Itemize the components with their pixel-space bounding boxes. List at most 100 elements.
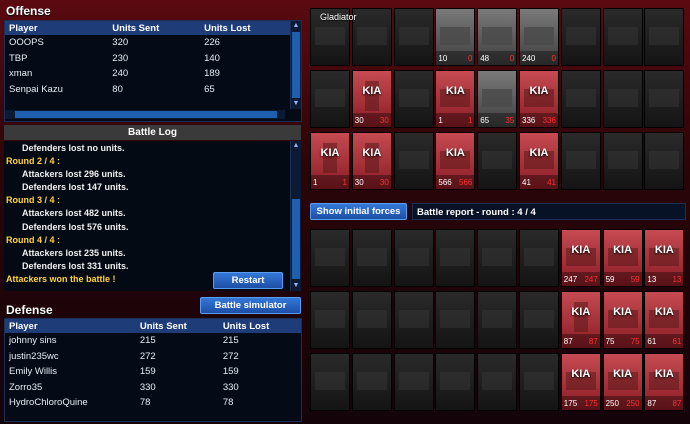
tank-icon [607, 89, 638, 107]
table-row[interactable]: johnny sins 215 215 [5, 333, 301, 349]
unit-card-kia[interactable]: 1 1 KIA [310, 132, 350, 190]
unit-card-empty[interactable] [393, 8, 434, 66]
unit-card-empty[interactable] [644, 70, 685, 128]
table-row[interactable]: TBP 230 140 [5, 51, 291, 67]
table-row[interactable]: Senpai Kazu 80 65 [5, 82, 291, 98]
unit-card-empty[interactable] [351, 229, 392, 287]
battle-log[interactable]: Defenders lost no units. Round 2 / 4 : Att… [4, 141, 301, 291]
table-row[interactable]: justin235wc 272 272 [5, 349, 301, 365]
scroll-thumb[interactable] [292, 32, 300, 98]
col-player[interactable]: Player [5, 21, 109, 35]
unit-card[interactable]: 65 35 [477, 70, 518, 128]
unit-card-empty[interactable] [519, 353, 559, 411]
unit-card-empty[interactable] [560, 70, 601, 128]
battle-log-scrollbar[interactable]: ▲ ▼ [290, 141, 301, 291]
unit-card-empty[interactable] [602, 8, 643, 66]
unit-card-empty[interactable] [477, 229, 518, 287]
col-units-lost[interactable]: Units Lost [200, 21, 291, 35]
scroll-thumb[interactable] [15, 111, 277, 118]
table-row[interactable]: xman 240 189 [5, 66, 291, 82]
unit-card-empty[interactable] [602, 70, 643, 128]
cell-player: TBP [9, 52, 28, 64]
unit-card-empty[interactable] [477, 132, 518, 190]
scroll-down-icon[interactable]: ▼ [291, 281, 301, 291]
unit-card-empty[interactable] [519, 291, 559, 349]
kia-label: KIA [362, 85, 382, 97]
unit-card-empty[interactable] [435, 291, 476, 349]
unit-card-empty[interactable] [310, 229, 350, 287]
kia-label: KIA [529, 85, 549, 97]
unit-card-empty[interactable] [310, 291, 350, 349]
cell-units-sent: 78 [139, 397, 151, 409]
unit-card-empty[interactable] [435, 229, 476, 287]
unit-card-empty[interactable] [351, 291, 392, 349]
unit-card-kia[interactable]: 41 41 KIA [519, 132, 559, 190]
scroll-up-icon[interactable]: ▲ [291, 141, 301, 151]
unit-card-empty[interactable] [560, 8, 601, 66]
unit-card-empty[interactable] [393, 132, 434, 190]
unit-card-empty[interactable] [644, 8, 685, 66]
unit-card-empty[interactable] [393, 229, 434, 287]
unit-card-empty[interactable] [560, 132, 601, 190]
restart-button[interactable]: Restart [213, 272, 283, 289]
unit-card-empty[interactable] [351, 8, 392, 66]
unit-card[interactable]: 10 0 [435, 8, 476, 66]
unit-lost-count: 1 [467, 116, 473, 125]
col-units-sent[interactable]: Units Sent [135, 319, 219, 333]
table-row[interactable]: Emily Willis 159 159 [5, 364, 301, 380]
unit-card-kia[interactable]: 30 30 KIA [351, 70, 392, 128]
log-entry-line: Defenders lost 576 units. [22, 221, 129, 232]
unit-card-empty[interactable] [310, 70, 350, 128]
cell-units-lost: 189 [204, 68, 220, 80]
show-initial-forces-button[interactable]: Show initial forces [310, 203, 407, 220]
table-row[interactable]: HydroChloroQuine 78 78 [5, 395, 301, 411]
unit-card-empty[interactable] [477, 291, 518, 349]
unit-card-empty[interactable] [602, 132, 643, 190]
unit-card-kia[interactable]: 566 566 KIA [435, 132, 476, 190]
unit-card-kia[interactable]: 87 87 KIA [560, 291, 601, 349]
cell-units-lost: 140 [204, 52, 220, 64]
battle-simulator-button[interactable]: Battle simulator [200, 297, 301, 314]
scroll-thumb[interactable] [292, 199, 300, 279]
unit-card-empty[interactable] [435, 353, 476, 411]
col-units-sent[interactable]: Units Sent [108, 21, 201, 35]
unit-card-kia[interactable]: 61 61 KIA [644, 291, 685, 349]
scroll-up-icon[interactable]: ▲ [291, 21, 301, 31]
table-row[interactable]: OOOPS 320 226 [5, 35, 291, 51]
unit-card-kia[interactable]: 59 59 KIA [602, 229, 643, 287]
unit-card-empty[interactable] [477, 353, 518, 411]
gladiator-label: Gladiator [320, 12, 357, 22]
unit-card-empty[interactable] [519, 229, 559, 287]
unit-card-kia[interactable]: 1 1 KIA [435, 70, 476, 128]
unit-card-kia[interactable]: 13 13 KIA [644, 229, 685, 287]
unit-card-empty[interactable] [393, 291, 434, 349]
unit-card-empty[interactable] [393, 353, 434, 411]
unit-card[interactable]: 48 0 [477, 8, 518, 66]
unit-card-kia[interactable]: 87 87 KIA [644, 353, 685, 411]
unit-card-empty[interactable] [644, 132, 685, 190]
kia-label: KIA [654, 306, 674, 318]
col-player[interactable]: Player [5, 319, 136, 333]
unit-card-empty[interactable] [310, 353, 350, 411]
col-units-lost[interactable]: Units Lost [218, 319, 301, 333]
cell-units-sent: 330 [139, 381, 156, 393]
unit-card-empty[interactable] [393, 70, 434, 128]
offense-horizontal-scrollbar[interactable] [5, 110, 285, 119]
unit-card[interactable]: 240 0 [519, 8, 559, 66]
unit-card-kia[interactable]: 336 336 KIA [519, 70, 559, 128]
tank-icon [315, 248, 345, 266]
unit-card-empty[interactable] [351, 353, 392, 411]
offense-vertical-scrollbar[interactable]: ▲ ▼ [290, 21, 301, 109]
unit-card-kia[interactable]: 175 175 KIA [560, 353, 601, 411]
unit-card-kia[interactable]: 75 75 KIA [602, 291, 643, 349]
unit-card-kia[interactable]: 30 30 KIA [351, 132, 392, 190]
scroll-down-icon[interactable]: ▼ [291, 99, 301, 109]
cell-units-lost: 65 [204, 83, 215, 95]
tank-icon [482, 151, 513, 169]
tank-icon [356, 248, 387, 266]
unit-count: 87 [563, 337, 573, 346]
unit-card-kia[interactable]: 247 247 KIA [560, 229, 601, 287]
kia-label: KIA [613, 244, 633, 256]
unit-card-kia[interactable]: 250 250 KIA [602, 353, 643, 411]
table-row[interactable]: Zorro35 330 330 [5, 380, 301, 396]
